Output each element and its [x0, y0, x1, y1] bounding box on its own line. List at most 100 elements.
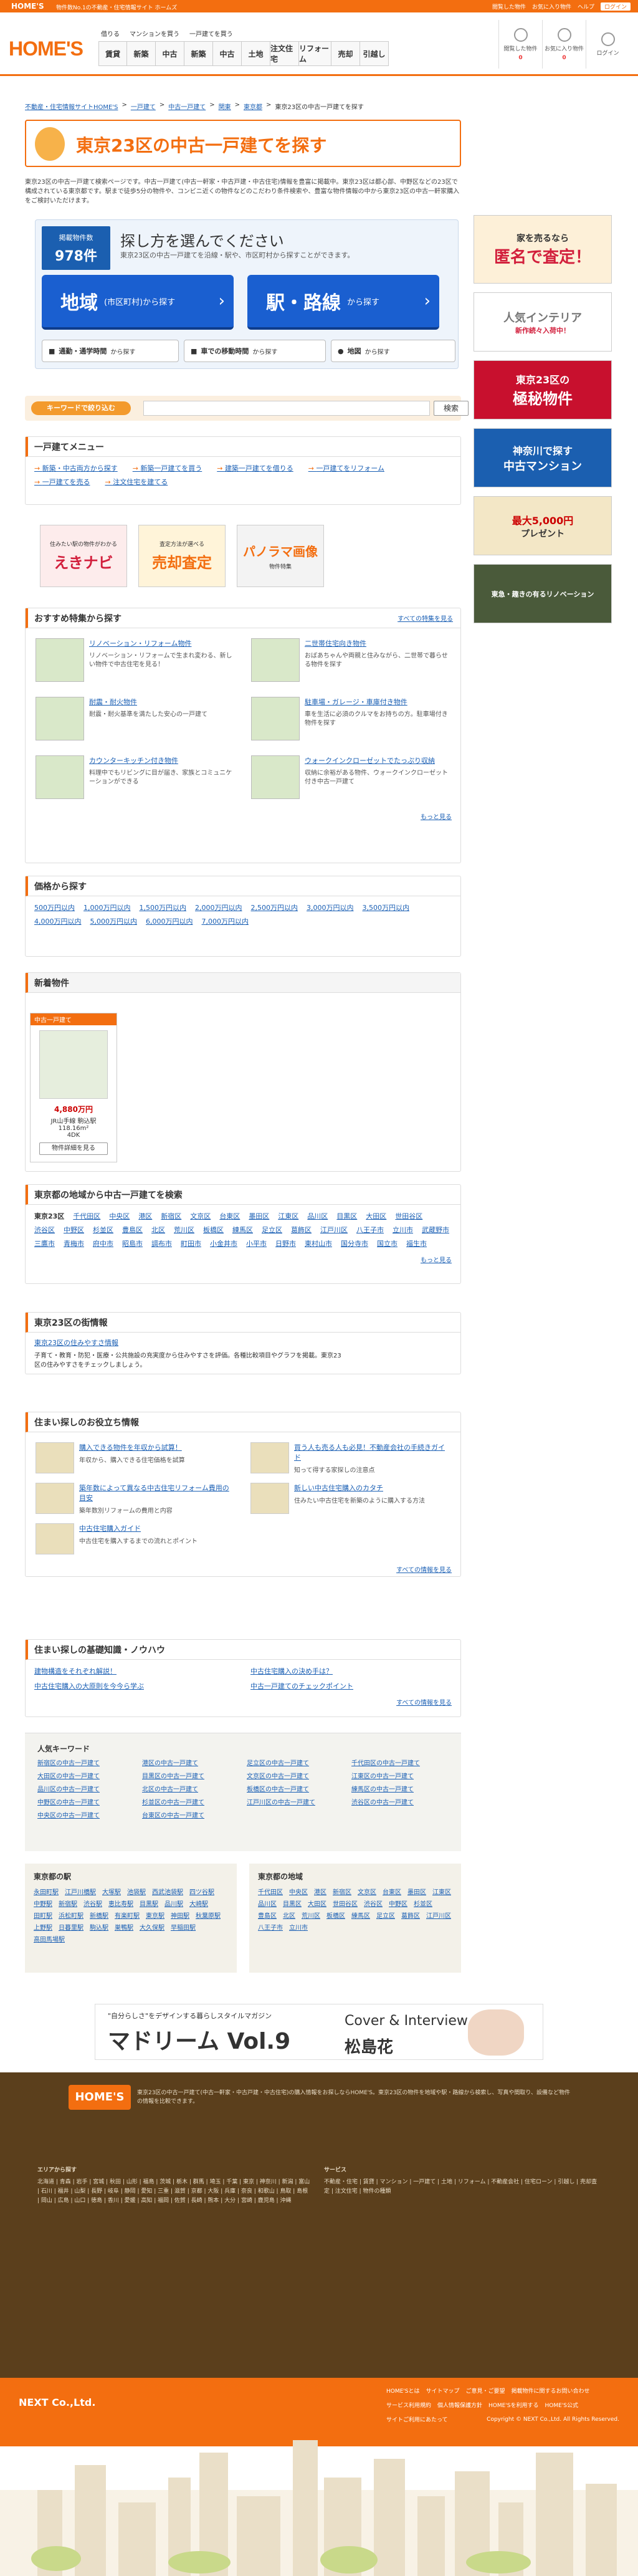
menu-link[interactable]: 一戸建てを売る [34, 477, 90, 487]
area-link[interactable]: 豊島区 [122, 1225, 143, 1235]
area-link[interactable]: 福生市 [406, 1238, 427, 1248]
area-link[interactable]: 台東区 [219, 1211, 240, 1221]
area-link[interactable]: 府中市 [93, 1238, 113, 1248]
area-link[interactable]: 荒川区 [174, 1225, 194, 1235]
price-link[interactable]: 2,000万円以内 [195, 903, 242, 912]
popular-keyword-link[interactable]: 新宿区の中古一戸建て [37, 1758, 135, 1767]
popular-keyword-link[interactable]: 品川区の中古一戸建て [37, 1784, 135, 1793]
area-link[interactable]: 調布市 [151, 1238, 172, 1248]
city-link[interactable]: 豊島区 [258, 1910, 277, 1920]
site-logo[interactable]: HOME'S [9, 37, 83, 60]
knowhow-link[interactable]: 中古一戸建てのチェックポイント [250, 1681, 452, 1691]
favorite-button[interactable]: お気に入り物件 0 [542, 20, 586, 69]
price-link[interactable]: 2,500万円以内 [251, 903, 298, 912]
feature-item[interactable]: ウォークインクローゼットでたっぷり収納 収納に余裕がある物件、ウォークインクローゼ… [251, 755, 450, 805]
area-link[interactable]: 小金井市 [210, 1238, 237, 1248]
popular-keyword-link[interactable]: 目黒区の中古一戸建て [142, 1771, 239, 1780]
station-link[interactable]: 有楽町駅 [115, 1910, 140, 1920]
breadcrumb-item[interactable]: 東京都 [244, 102, 262, 111]
city-link[interactable]: 大田区 [308, 1898, 326, 1908]
area-link[interactable]: 国立市 [377, 1238, 398, 1248]
city-link[interactable]: 新宿区 [333, 1887, 351, 1896]
station-link[interactable]: 日暮里駅 [59, 1922, 83, 1932]
popular-keyword-link[interactable]: 足立区の中古一戸建て [247, 1758, 344, 1767]
area-link[interactable]: 世田谷区 [395, 1211, 422, 1221]
price-link[interactable]: 4,000万円以内 [34, 916, 82, 926]
bottom-link[interactable]: HOME'Sを利用する [488, 2401, 539, 2409]
knowhow-more-button[interactable]: すべての情報を見る [396, 1700, 452, 1707]
city-link[interactable]: 北区 [283, 1910, 295, 1920]
history-button[interactable]: 閲覧した物件 0 [498, 20, 542, 69]
area-link[interactable]: 日野市 [275, 1238, 296, 1248]
bottom-link[interactable]: ご意見・ご要望 [466, 2387, 505, 2395]
station-link[interactable]: 大久保駅 [140, 1922, 164, 1932]
area-link[interactable]: 新宿区 [161, 1211, 181, 1221]
station-link[interactable]: 駒込駅 [90, 1922, 108, 1932]
city-link[interactable]: 葛飾区 [401, 1910, 420, 1920]
area-link[interactable]: 青梅市 [64, 1238, 84, 1248]
price-link[interactable]: 500万円以内 [34, 903, 75, 912]
area-link[interactable]: 大田区 [366, 1211, 386, 1221]
city-link[interactable]: 台東区 [383, 1887, 401, 1896]
feature-item[interactable]: 耐震・耐火物件 耐震・耐火基準を満たした安心の一戸建て [36, 697, 235, 747]
popular-keyword-link[interactable]: 台東区の中古一戸建て [142, 1810, 239, 1819]
station-link[interactable]: 江戸川橋駅 [65, 1887, 96, 1896]
station-link[interactable]: 西武池袋駅 [152, 1887, 183, 1896]
area-link[interactable]: 武蔵野市 [422, 1225, 449, 1235]
station-link[interactable]: 新橋駅 [90, 1910, 108, 1920]
magazine-banner[interactable]: "自分らしさ"をデザインする暮らしスタイルマガジン マドリーム Vol.9 Co… [95, 2004, 543, 2060]
sidebar-ad-renovation[interactable]: 東急・趣きの有るリノベーション [474, 564, 612, 623]
car-search-button[interactable]: ■ 車での移動時間 から探す [184, 340, 326, 362]
nav-tab-used-house[interactable]: 中古 [213, 41, 242, 66]
station-link[interactable]: 東京駅 [146, 1910, 164, 1920]
popular-keyword-link[interactable]: 練馬区の中古一戸建て [351, 1784, 449, 1793]
keyword-input[interactable] [143, 401, 430, 416]
info-item[interactable]: 中古住宅購入ガイド 中古住宅を購入するまでの流れとポイント [36, 1523, 236, 1554]
menu-link[interactable]: 建築一戸建てを借りる [217, 463, 293, 473]
area-link[interactable]: 三鷹市 [34, 1238, 55, 1248]
feature-item[interactable]: リノベーション・リフォーム物件 リノベーション・リフォームで生まれ変わる、新しい物… [36, 638, 235, 688]
bottom-link[interactable]: HOME'S公式 [545, 2401, 579, 2409]
sidebar-ad-interior[interactable]: 人気インテリア 新作続々入荷中！ [474, 292, 612, 352]
bottom-link[interactable]: 個人情報保護方針 [437, 2401, 482, 2409]
popular-keyword-link[interactable]: 渋谷区の中古一戸建て [351, 1797, 449, 1806]
map-search-button[interactable]: ● 地図 から探す [331, 340, 455, 362]
popular-keyword-link[interactable]: 板橋区の中古一戸建て [247, 1784, 344, 1793]
station-link[interactable]: 大塚駅 [102, 1887, 121, 1896]
city-link[interactable]: 板橋区 [326, 1910, 345, 1920]
city-link[interactable]: 世田谷区 [333, 1898, 358, 1908]
city-link[interactable]: 港区 [314, 1887, 326, 1896]
knowhow-link[interactable]: 中古住宅購入の大原則を今今ら学ぶ [34, 1681, 236, 1691]
station-link[interactable]: 早稲田駅 [171, 1922, 196, 1932]
menu-link[interactable]: 注文住宅を建てる [105, 477, 168, 487]
footer-service-links[interactable]: 不動産・住宅 | 賃貸 | マンション | 一戸建て | 土地 | リフォーム … [324, 2178, 598, 2196]
price-link[interactable]: 5,000万円以内 [90, 916, 138, 926]
city-link[interactable]: 渋谷区 [364, 1898, 383, 1908]
city-link[interactable]: 練馬区 [351, 1910, 370, 1920]
city-link[interactable]: 中央区 [289, 1887, 308, 1896]
features-more-button[interactable]: もっと見る [421, 814, 452, 821]
bottom-link[interactable]: 掲載物件に関するお問い合わせ [512, 2387, 590, 2395]
station-link[interactable]: 田町駅 [34, 1910, 52, 1920]
breadcrumb-item[interactable]: 中古一戸建て [168, 102, 206, 111]
station-link[interactable]: 高田馬場駅 [34, 1934, 65, 1943]
station-link[interactable]: 目黒駅 [140, 1898, 158, 1908]
sidebar-ad-sell[interactable]: 家を売るなら 匿名で査定！ [474, 215, 612, 284]
price-link[interactable]: 6,000万円以内 [146, 916, 193, 926]
city-link[interactable]: 杉並区 [414, 1898, 432, 1908]
area-link[interactable]: 葛飾区 [291, 1225, 312, 1235]
city-link[interactable]: 足立区 [376, 1910, 395, 1920]
area-link[interactable]: 中野区 [64, 1225, 84, 1235]
station-link[interactable]: 中野駅 [34, 1898, 52, 1908]
station-link[interactable]: 渋谷駅 [83, 1898, 102, 1908]
area-link[interactable]: 昭島市 [122, 1238, 143, 1248]
area-link[interactable]: 立川市 [393, 1225, 413, 1235]
city-link[interactable]: 江戸川区 [426, 1910, 451, 1920]
nav-tab-new-mansion[interactable]: 新築 [127, 41, 156, 66]
info-more-button[interactable]: すべての情報を見る [396, 1567, 452, 1574]
city-link[interactable]: 目黒区 [283, 1898, 302, 1908]
area-link[interactable]: 江東区 [278, 1211, 298, 1221]
sidebar-ad-secret[interactable]: 東京23区の 極秘物件 [474, 360, 612, 419]
area-link[interactable]: 小平市 [246, 1238, 267, 1248]
floorplan-image[interactable] [39, 1030, 108, 1099]
